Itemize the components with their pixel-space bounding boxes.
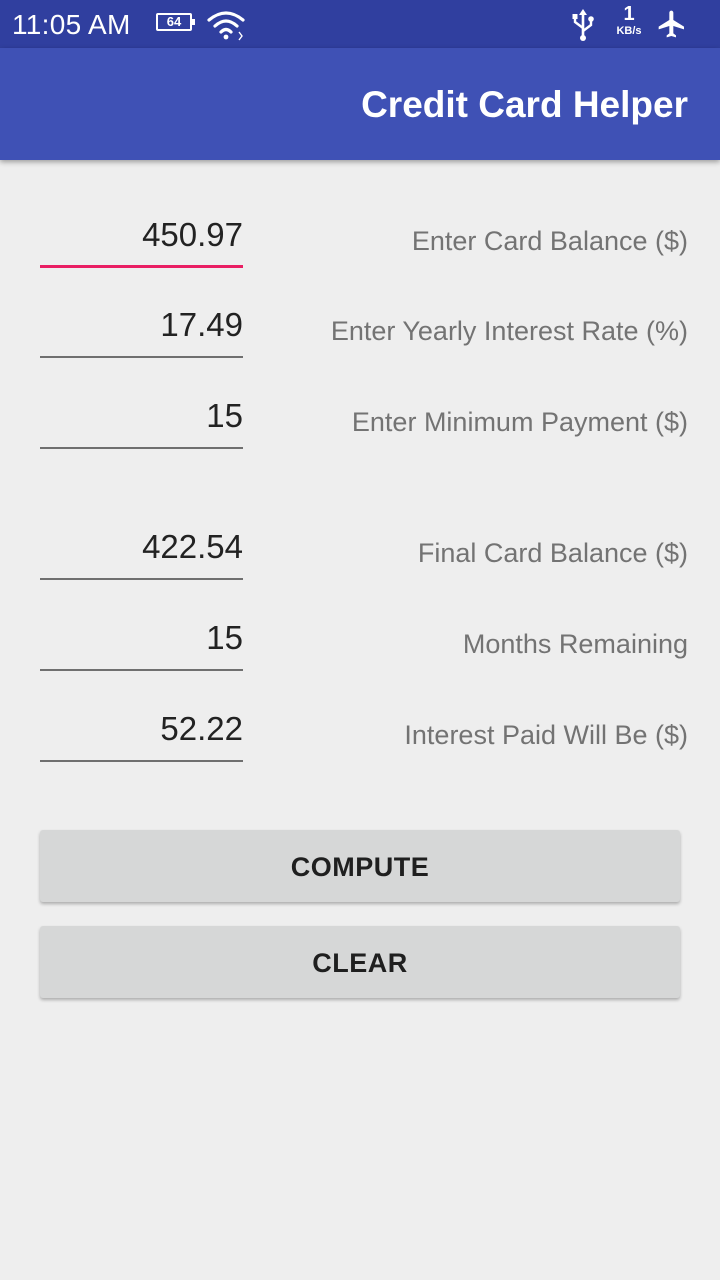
interest-paid-label: Interest Paid Will Be ($) [404,720,688,750]
months-remaining-label: Months Remaining [462,629,688,659]
usb-icon [570,8,596,47]
compute-button[interactable]: COMPUTE [40,830,680,902]
network-speed-unit: KB/s [616,25,642,37]
interest-rate-label: Enter Yearly Interest Rate (%) [330,316,688,346]
network-speed-indicator: 1 KB/s [610,4,648,37]
final-balance-label: Final Card Balance ($) [417,538,688,568]
interest-rate-input[interactable] [40,302,243,358]
interest-paid-field[interactable] [40,706,243,762]
airplane-mode-icon [656,8,688,45]
final-balance-field[interactable] [40,524,243,580]
minimum-payment-input[interactable] [40,393,243,449]
card-balance-label: Enter Card Balance ($) [411,226,688,256]
months-remaining-field[interactable] [40,615,243,671]
app-title: Credit Card Helper [361,84,688,125]
final-balance-row: Final Card Balance ($) [0,524,720,584]
interest-rate-row: Enter Yearly Interest Rate (%) [0,302,720,362]
status-bar: 11:05 AM 64 1 KB/s [0,0,720,48]
network-speed-value: 1 [623,3,635,25]
interest-paid-row: Interest Paid Will Be ($) [0,706,720,766]
clear-button[interactable]: CLEAR [40,926,680,998]
minimum-payment-row: Enter Minimum Payment ($) [0,393,720,453]
months-remaining-row: Months Remaining [0,615,720,675]
battery-icon: 64 [156,13,195,31]
card-balance-row: Enter Card Balance ($) [0,212,720,272]
minimum-payment-label: Enter Minimum Payment ($) [351,407,688,437]
card-balance-input[interactable] [40,212,243,268]
wifi-icon [206,8,246,47]
app-bar: Credit Card Helper [0,48,720,160]
status-time: 11:05 AM [12,9,131,40]
